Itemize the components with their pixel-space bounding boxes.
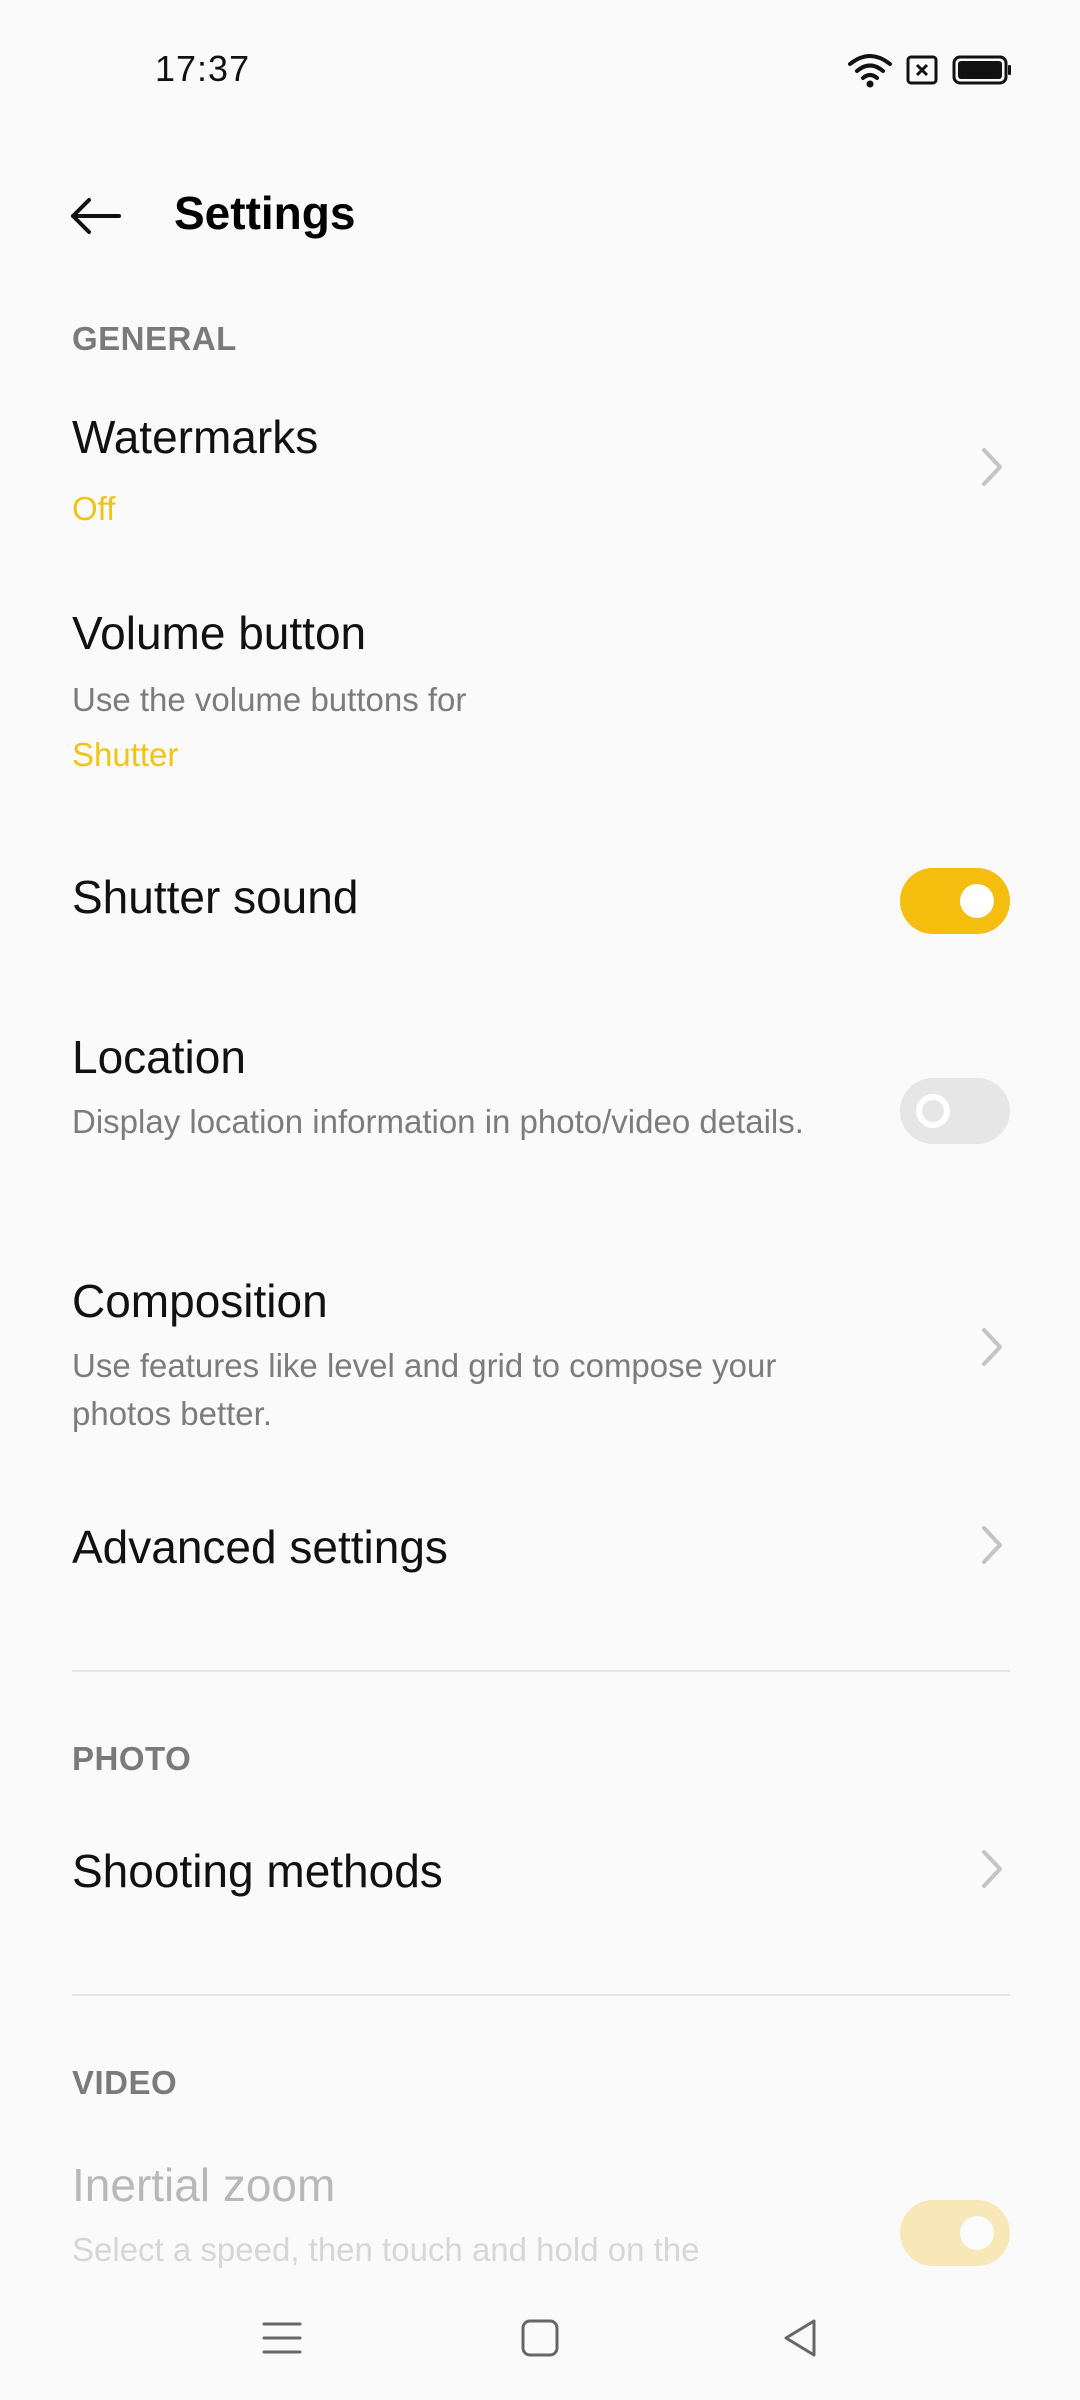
watermarks-item[interactable]: Watermarks Off (0, 410, 1080, 600)
location-toggle[interactable] (900, 1078, 1010, 1144)
toggle-knob (916, 1094, 950, 1128)
composition-title: Composition (72, 1275, 328, 1327)
volume-button-value: Shutter (72, 736, 179, 773)
menu-icon (262, 2322, 302, 2354)
divider (72, 1994, 1010, 1996)
shooting-methods-title: Shooting methods (72, 1845, 443, 1897)
chevron-right-icon (982, 1850, 1002, 1888)
home-button[interactable] (510, 2308, 570, 2368)
inertial-zoom-title: Inertial zoom (72, 2159, 336, 2211)
arrow-left-icon (71, 198, 121, 234)
advanced-settings-title: Advanced settings (72, 1521, 448, 1573)
volume-button-subtitle: Use the volume buttons for (72, 681, 467, 718)
sim-blocked-icon (906, 55, 938, 90)
inertial-zoom-toggle[interactable] (900, 2200, 1010, 2266)
battery-icon (952, 55, 1012, 90)
section-header-video: VIDEO (72, 2064, 178, 2101)
divider (72, 1670, 1010, 1672)
composition-item[interactable]: Composition Use features like level and … (0, 1274, 1080, 1454)
back-button[interactable] (55, 180, 135, 252)
status-bar: 17:37 (0, 0, 1080, 140)
watermarks-value: Off (72, 490, 116, 527)
shutter-sound-title: Shutter sound (72, 871, 359, 923)
inertial-zoom-subtitle: Select a speed, then touch and hold on t… (72, 2231, 700, 2268)
toggle-knob (960, 2216, 994, 2250)
shutter-sound-item[interactable]: Shutter sound (0, 850, 1080, 960)
advanced-settings-item[interactable]: Advanced settings (0, 1512, 1080, 1622)
chevron-right-icon (982, 1328, 1002, 1366)
section-header-general: GENERAL (72, 320, 237, 357)
location-subtitle: Display location information in photo/vi… (72, 1103, 804, 1140)
back-triangle-icon (784, 2319, 816, 2357)
chevron-right-icon (982, 448, 1002, 486)
home-icon (521, 2319, 559, 2357)
wifi-icon (848, 52, 892, 93)
section-header-photo: PHOTO (72, 1740, 192, 1777)
inertial-zoom-item[interactable]: Inertial zoom Select a speed, then touch… (0, 2150, 1080, 2270)
recents-button[interactable] (252, 2308, 312, 2368)
back-nav-button[interactable] (770, 2308, 830, 2368)
shooting-methods-item[interactable]: Shooting methods (0, 1836, 1080, 1946)
chevron-right-icon (982, 1526, 1002, 1564)
shutter-sound-toggle[interactable] (900, 868, 1010, 934)
status-time: 17:37 (155, 48, 251, 89)
toggle-knob (960, 884, 994, 918)
location-item[interactable]: Location Display location information in… (0, 1030, 1080, 1210)
volume-button-item[interactable]: Volume button Use the volume buttons for… (0, 606, 1080, 796)
settings-list[interactable]: GENERAL Watermarks Off Volume button Use… (0, 290, 1080, 2270)
volume-button-title: Volume button (72, 607, 367, 659)
watermarks-title: Watermarks (72, 411, 319, 463)
page-title: Settings (174, 187, 356, 239)
navigation-bar (0, 2270, 1080, 2400)
status-icons (848, 52, 1012, 92)
app-bar: Settings (0, 160, 1080, 270)
location-title: Location (72, 1031, 246, 1083)
composition-subtitle: Use features like level and grid to comp… (72, 1347, 777, 1432)
